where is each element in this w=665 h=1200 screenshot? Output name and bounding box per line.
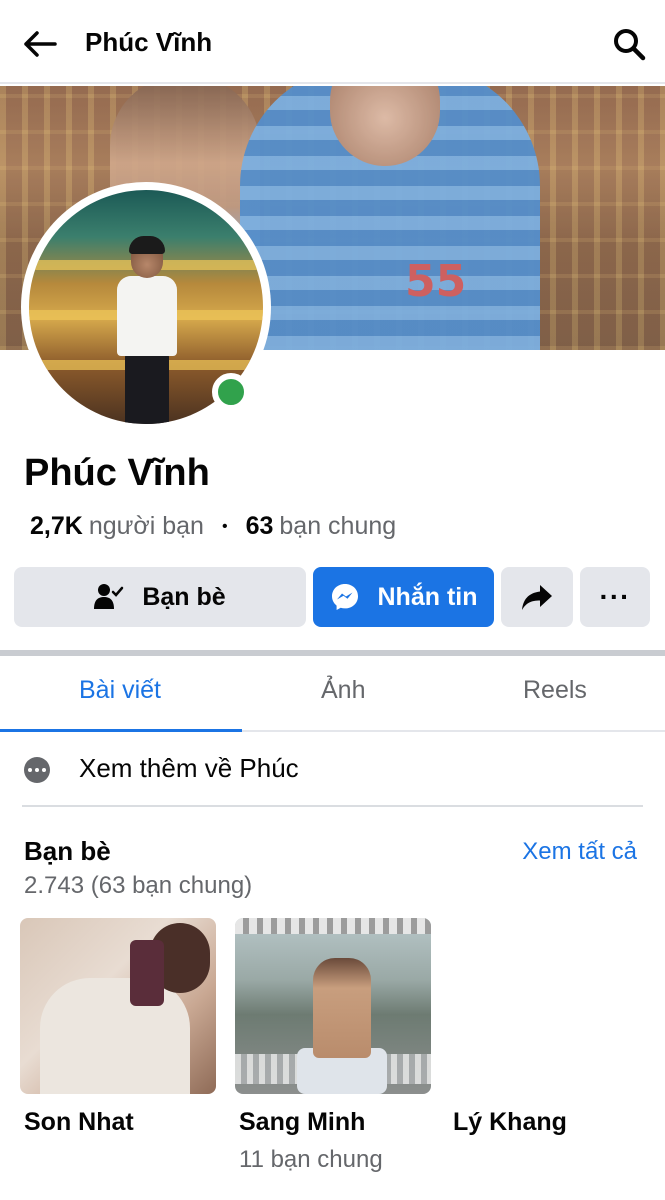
back-button[interactable] <box>18 22 62 66</box>
profile-tabs: Bài viết Ảnh Reels <box>0 656 665 732</box>
share-arrow-icon <box>522 585 552 610</box>
friend-photo-detail <box>40 978 190 1094</box>
messenger-icon <box>330 582 360 612</box>
share-button[interactable] <box>501 567 573 627</box>
search-icon <box>614 29 646 61</box>
active-tab-indicator <box>0 729 242 732</box>
see-all-friends-link[interactable]: Xem tất cả <box>522 838 637 866</box>
message-button-label: Nhắn tin <box>377 582 478 611</box>
profile-stats: 2,7K người bạn • 63 bạn chung <box>30 512 396 541</box>
see-more-about-label: Xem thêm về Phúc <box>79 753 299 783</box>
friends-section-title: Bạn bè <box>24 836 111 866</box>
friend-name[interactable]: Lý Khang <box>453 1108 567 1137</box>
profile-name: Phúc Vĩnh <box>24 452 210 494</box>
friend-photo[interactable] <box>20 918 216 1094</box>
about-divider <box>22 805 643 807</box>
friend-photo-detail <box>130 940 164 1006</box>
friend-photo-detail <box>235 918 431 934</box>
more-dots-icon: ··· <box>599 581 631 612</box>
friend-card[interactable]: Son Nhat <box>20 918 216 1136</box>
page-title: Phúc Vĩnh <box>85 27 213 57</box>
friend-name[interactable]: Son Nhat <box>24 1108 134 1137</box>
tab-posts[interactable]: Bài viết <box>79 676 161 705</box>
mutual-label: bạn chung <box>279 512 397 540</box>
top-bar: Phúc Vĩnh <box>0 0 665 84</box>
see-more-about-row[interactable]: Xem thêm về Phúc <box>0 735 665 805</box>
friends-button[interactable]: Bạn bè <box>14 567 306 627</box>
friend-photo[interactable] <box>235 918 431 1094</box>
friends-count: 2,7K <box>30 512 83 540</box>
friends-section-count: 2.743 (63 bạn chung) <box>24 872 253 899</box>
arrow-left-icon <box>24 31 57 57</box>
friends-label: người bạn <box>88 512 204 540</box>
more-options-button[interactable]: ··· <box>580 567 650 627</box>
avatar-person <box>117 236 177 424</box>
message-button[interactable]: Nhắn tin <box>313 567 494 627</box>
info-dots-icon <box>24 757 50 783</box>
friend-photo-detail <box>313 958 371 1058</box>
avatar-hair <box>129 236 165 254</box>
online-status-indicator <box>212 373 250 411</box>
avatar-pants <box>125 354 169 424</box>
friend-name[interactable]: Sang Minh <box>239 1108 365 1137</box>
tab-reels[interactable]: Reels <box>523 676 587 705</box>
friend-mutual: 11 bạn chung <box>239 1146 383 1173</box>
search-button[interactable] <box>607 22 651 66</box>
avatar-shirt <box>117 276 177 356</box>
friend-check-icon <box>94 583 124 611</box>
friends-button-label: Bạn bè <box>142 582 226 611</box>
tab-photos[interactable]: Ảnh <box>321 676 365 705</box>
mutual-count: 63 <box>245 512 274 540</box>
friend-card[interactable]: Sang Minh 11 bạn chung <box>235 918 431 1173</box>
stats-separator: • <box>221 517 228 535</box>
profile-actions: Bạn bè Nhắn tin ··· <box>14 567 650 627</box>
